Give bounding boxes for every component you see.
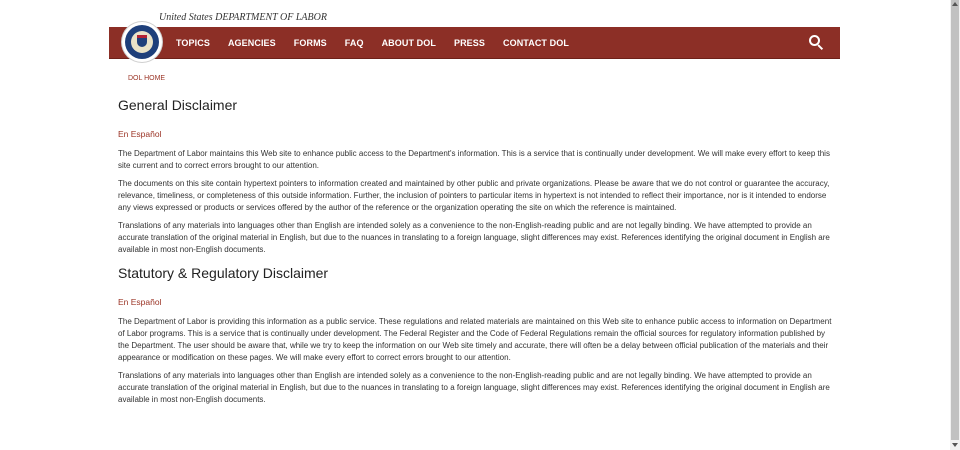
main-nav-bar: TOPICS AGENCIES FORMS FAQ ABOUT DOL PRES… — [109, 27, 840, 59]
nav-topics[interactable]: TOPICS — [176, 38, 210, 48]
en-espanol-link[interactable]: En Español — [118, 296, 833, 308]
breadcrumb-dol-home[interactable]: DOL HOME — [128, 75, 165, 82]
nav-forms[interactable]: FORMS — [294, 38, 327, 48]
main-content: General Disclaimer En Español The Depart… — [118, 96, 833, 412]
nav-press[interactable]: PRESS — [454, 38, 485, 48]
paragraph: The Department of Labor is providing thi… — [118, 317, 832, 362]
vertical-scrollbar[interactable] — [950, 0, 960, 450]
paragraph: Translations of any materials into langu… — [118, 371, 830, 404]
nav-contact-dol[interactable]: CONTACT DOL — [503, 38, 569, 48]
section-title-statutory: Statutory & Regulatory Disclaimer — [118, 265, 329, 281]
search-icon[interactable] — [808, 34, 824, 51]
scroll-down-arrow-icon[interactable] — [952, 443, 958, 447]
scroll-up-arrow-icon[interactable] — [952, 2, 958, 6]
en-espanol-link[interactable]: En Español — [118, 128, 833, 140]
paragraph: Translations of any materials into langu… — [118, 221, 830, 254]
nav-faq[interactable]: FAQ — [345, 38, 364, 48]
search-handle — [817, 44, 824, 51]
scrollbar-thumb[interactable] — [951, 0, 959, 440]
paragraph: The documents on this site contain hyper… — [118, 179, 830, 212]
nav-agencies[interactable]: AGENCIES — [228, 38, 276, 48]
nav-menu: TOPICS AGENCIES FORMS FAQ ABOUT DOL PRES… — [176, 27, 587, 58]
agency-title: United States DEPARTMENT OF LABOR — [159, 12, 327, 23]
paragraph: The Department of Labor maintains this W… — [118, 149, 830, 170]
nav-about-dol[interactable]: ABOUT DOL — [382, 38, 436, 48]
section-title-general: General Disclaimer — [118, 97, 238, 113]
dol-seal-icon[interactable] — [122, 22, 162, 62]
